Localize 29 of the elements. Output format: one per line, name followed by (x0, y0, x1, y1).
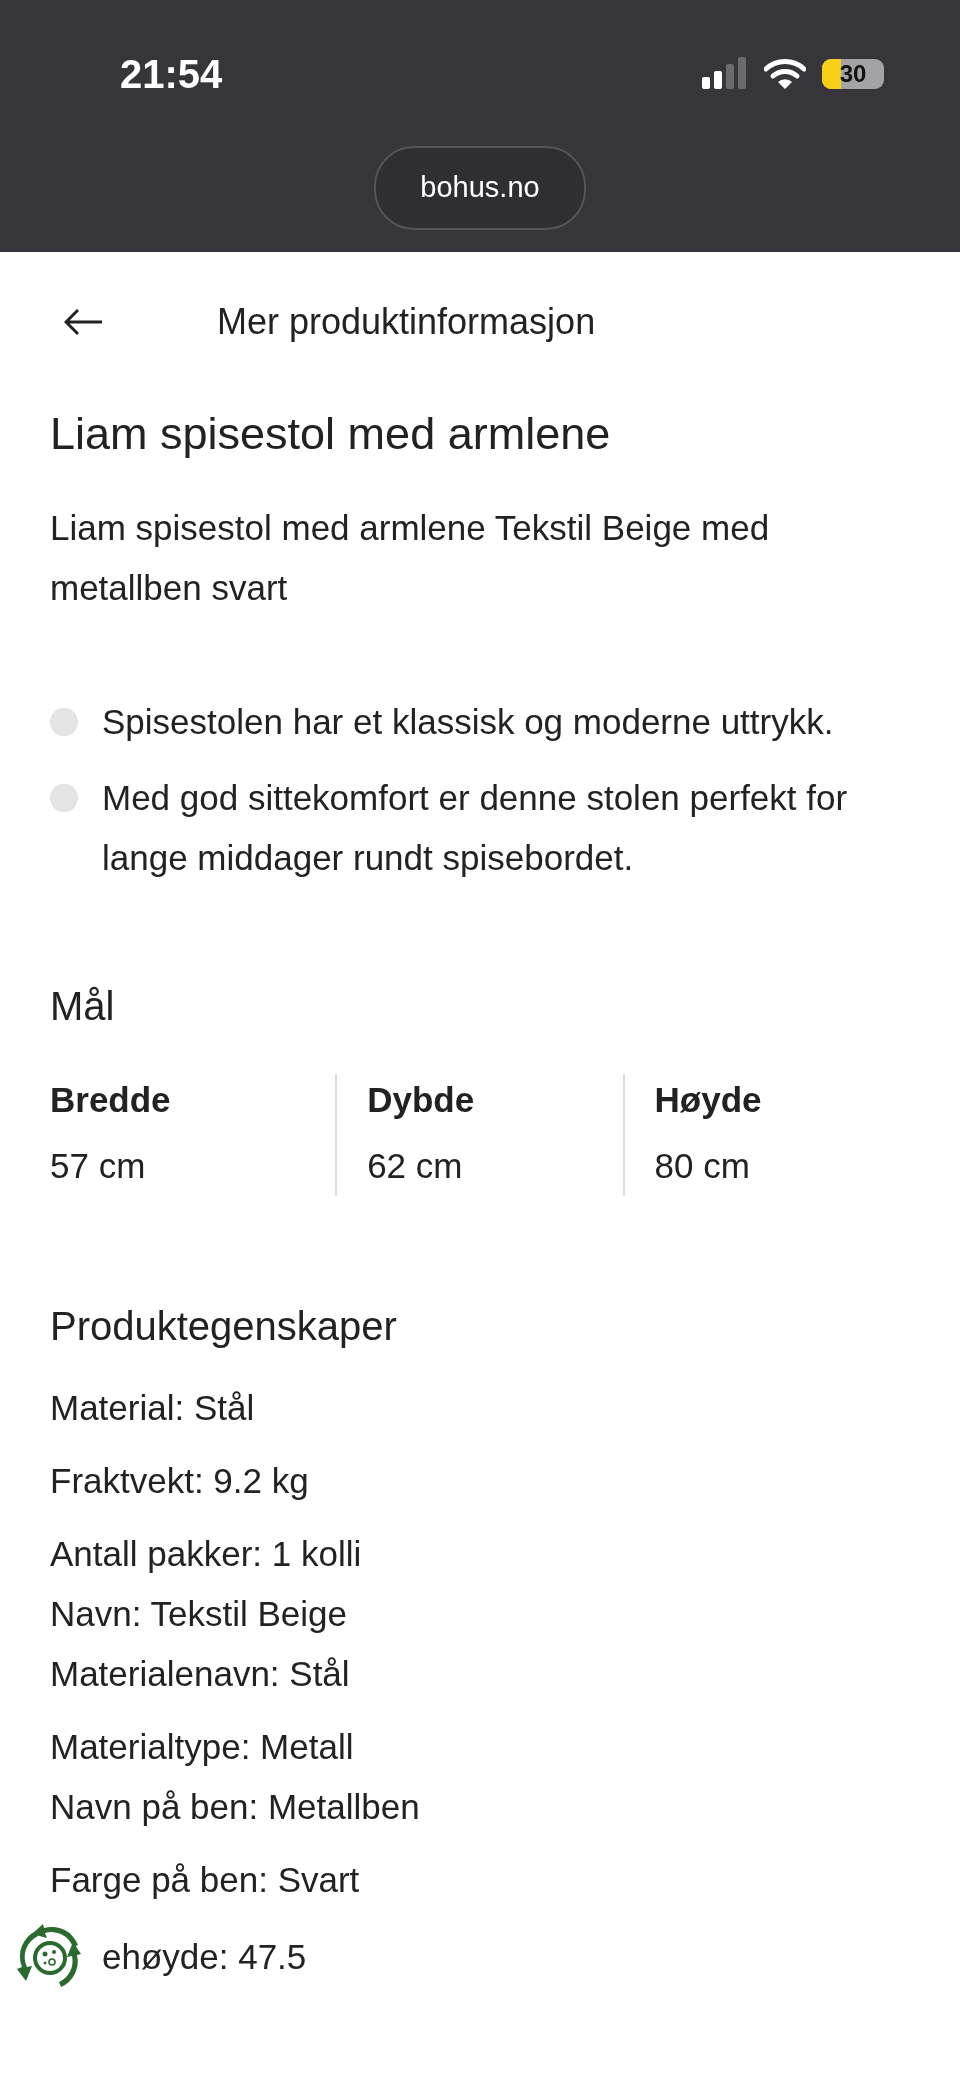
bullet-text: Med god sittekomfort er denne stolen perfekt for lange middager rundt spisebordet. (102, 776, 849, 879)
product-title: Liam spisestol med armlene (50, 407, 612, 461)
page-title: Mer produktinformasjon (217, 300, 596, 344)
property-text: ehøyde: 47.5 (102, 1936, 307, 1978)
dimension-label: Høyde (654, 1078, 763, 1121)
property-text: Fraktvekt: 9.2 kg (50, 1460, 310, 1502)
signal-icon (702, 57, 748, 91)
dimension-label: Dybde (367, 1078, 476, 1121)
property-text: Navn på ben: Metallben (50, 1786, 421, 1828)
property-text: Materialtype: Metall (50, 1726, 355, 1768)
product-description: Liam spisestol med armlene Tekstil Beige med metallben svart (50, 506, 771, 609)
bullet-icon (50, 707, 78, 736)
bullet-text: Spisestolen har et klassisk og moderne uttrykk. (102, 700, 834, 743)
dimension-value: 57 cm (50, 1145, 147, 1187)
address-bar[interactable]: bohus.no (374, 146, 586, 230)
property-text: Navn: Tekstil Beige (50, 1593, 348, 1635)
status-time: 21:54 (120, 51, 223, 98)
property-text: Antall pakker: 1 kolli (50, 1533, 363, 1575)
wifi-icon (764, 58, 806, 90)
section-title: Produktegenskaper (50, 1303, 398, 1350)
dimension-value: 80 cm (654, 1145, 751, 1187)
bullet-icon (50, 783, 78, 812)
section-title: Mål (50, 982, 116, 1030)
dimension-value: 62 cm (367, 1145, 464, 1187)
property-text: Material: Stål (50, 1387, 256, 1429)
property-text: Materialenavn: Stål (50, 1653, 351, 1695)
dimension-label: Bredde (50, 1078, 172, 1121)
back-arrow-icon[interactable] (64, 308, 104, 336)
property-text: Farge på ben: Svart (50, 1859, 361, 1901)
